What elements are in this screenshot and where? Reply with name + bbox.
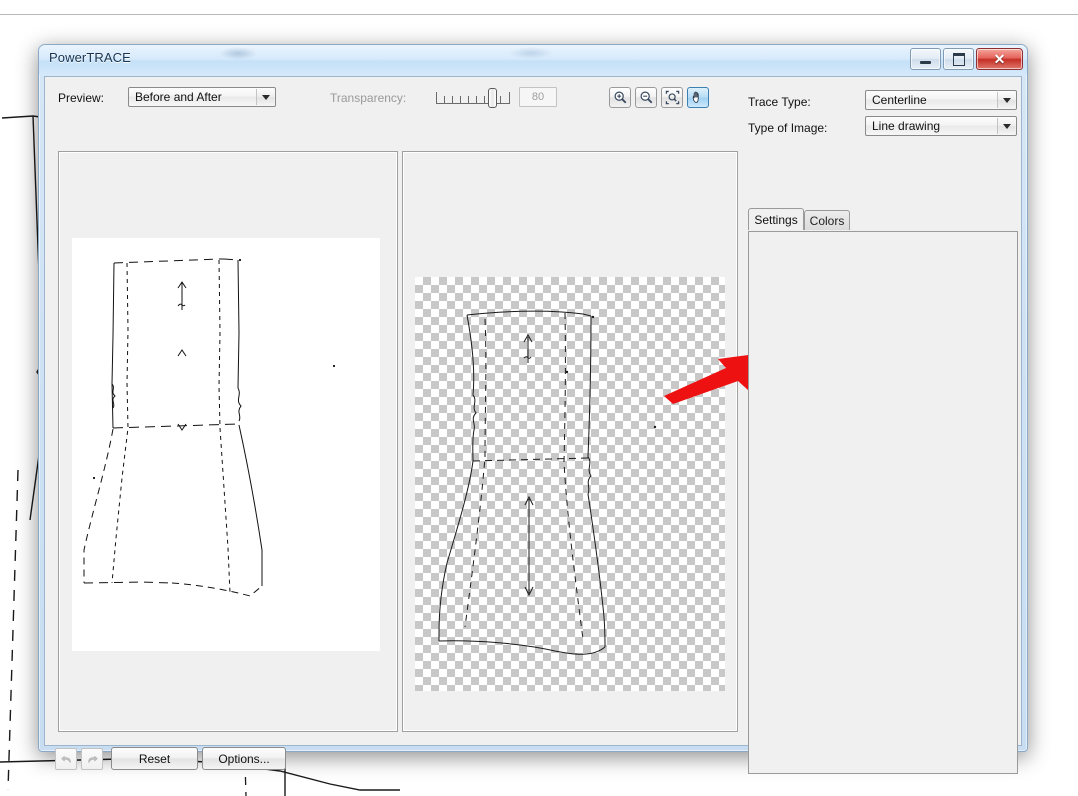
slider-tick <box>509 92 510 103</box>
slider-tick <box>460 96 461 103</box>
original-image-canvas <box>72 238 380 651</box>
chevron-down-icon <box>256 89 274 105</box>
undo-icon <box>60 756 71 763</box>
zoom-to-fit-icon <box>665 90 679 105</box>
pan-tool-button[interactable] <box>687 87 709 108</box>
transparency-label: Transparency: <box>330 91 407 105</box>
close-button[interactable]: ✕ <box>976 48 1023 70</box>
slider-tick <box>484 96 485 103</box>
dialog-body: Preview: Before and After Transparency: <box>44 76 1022 774</box>
trace-type-select[interactable]: Centerline <box>865 90 1017 110</box>
window-controls: ✕ <box>910 48 1023 70</box>
undo-button[interactable] <box>55 748 77 770</box>
chevron-down-icon <box>997 118 1015 134</box>
titlebar-highlight-right <box>509 47 553 59</box>
tab-colors[interactable]: Colors <box>804 210 850 230</box>
settings-tab-panel <box>748 231 1018 774</box>
preview-label: Preview: <box>58 91 105 105</box>
close-icon: ✕ <box>993 51 1006 67</box>
preview-mode-value: Before and After <box>135 90 222 104</box>
reset-button-label: Reset <box>138 751 171 766</box>
reset-button[interactable]: Reset <box>111 747 198 770</box>
transparency-value[interactable]: 80 <box>519 87 557 107</box>
trace-type-label: Trace Type: <box>748 95 811 109</box>
screen: PowerTRACE ✕ Preview: Before and After T… <box>0 0 1078 796</box>
pan-hand-icon <box>692 91 699 103</box>
preview-pane-after[interactable] <box>402 151 738 732</box>
slider-tick <box>500 96 501 103</box>
type-of-image-label: Type of Image: <box>748 121 828 135</box>
preview-pane-before[interactable] <box>58 151 398 732</box>
slider-tick <box>452 96 453 103</box>
type-of-image-select[interactable]: Line drawing <box>865 116 1017 136</box>
redo-icon <box>87 756 98 763</box>
minimize-button[interactable] <box>910 48 941 70</box>
zoom-to-fit-button[interactable] <box>661 87 683 108</box>
transparency-slider[interactable] <box>436 88 510 108</box>
zoom-out-icon <box>640 91 652 104</box>
maximize-icon <box>952 52 965 66</box>
transparency-checkerboard <box>415 277 725 691</box>
chevron-down-icon <box>997 92 1015 108</box>
window-title: PowerTRACE <box>49 50 131 65</box>
tab-settings[interactable]: Settings <box>748 208 804 230</box>
sewing-pattern-after <box>438 310 657 655</box>
dialog-titlebar[interactable]: PowerTRACE ✕ <box>39 45 1027 75</box>
trace-type-value: Centerline <box>872 93 927 107</box>
zoom-toolbar <box>609 87 709 108</box>
zoom-out-button[interactable] <box>635 87 657 108</box>
transparency-slider-thumb[interactable] <box>488 88 497 108</box>
maximize-button[interactable] <box>943 48 974 70</box>
tab-strip: Settings Colors <box>748 208 1018 230</box>
preview-mode-select[interactable]: Before and After <box>128 87 276 107</box>
powertrace-dialog: PowerTRACE ✕ Preview: Before and After T… <box>38 44 1028 774</box>
minimize-icon <box>920 61 931 64</box>
sewing-pattern-before <box>83 258 336 597</box>
options-button-label: Options... <box>218 751 270 766</box>
zoom-in-icon <box>614 91 626 104</box>
tab-settings-label: Settings <box>754 212 798 227</box>
slider-track <box>436 103 510 104</box>
tab-colors-label: Colors <box>809 213 845 228</box>
titlebar-highlight-left <box>219 47 257 60</box>
zoom-in-button[interactable] <box>609 87 631 108</box>
options-button[interactable]: Options... <box>202 747 286 770</box>
slider-tick <box>444 96 445 103</box>
slider-tick <box>468 96 469 103</box>
type-of-image-value: Line drawing <box>872 119 941 133</box>
redo-button[interactable] <box>81 748 103 770</box>
slider-tick <box>436 92 437 103</box>
slider-tick <box>476 96 477 103</box>
